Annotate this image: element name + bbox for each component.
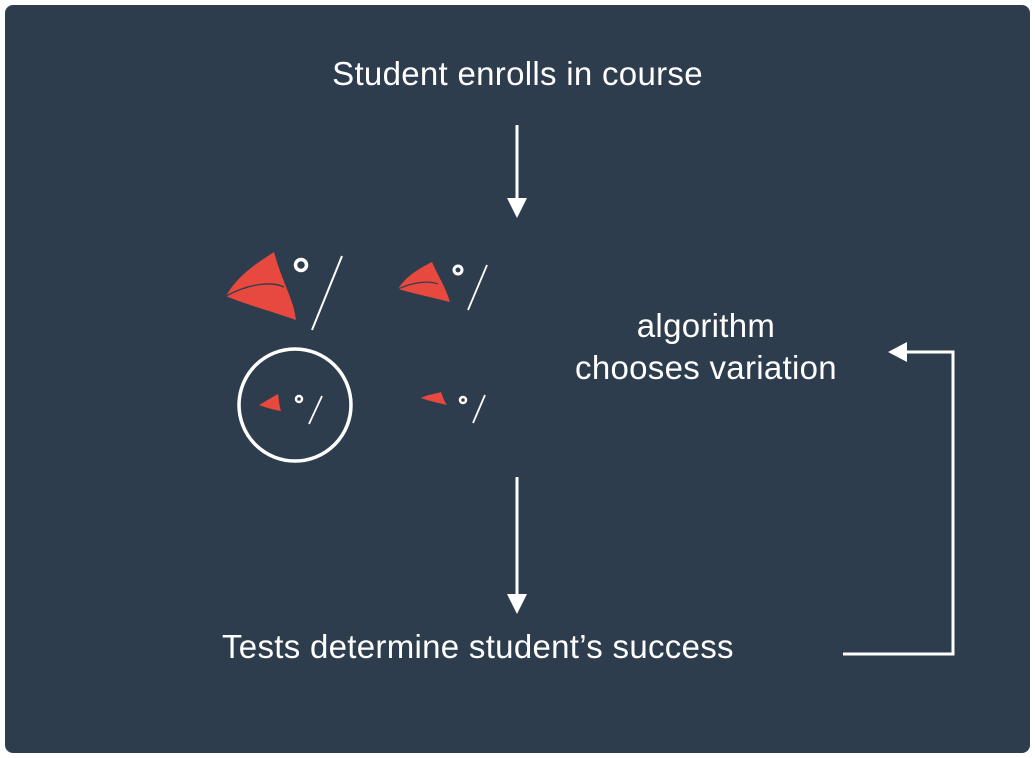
bird-head-icon bbox=[259, 394, 323, 425]
bird-head-icon bbox=[421, 392, 486, 424]
arrow-down-top bbox=[507, 125, 527, 218]
arrow-down-bottom bbox=[507, 477, 527, 614]
step-enroll-label: Student enrolls in course bbox=[332, 55, 703, 92]
bird-head-icon bbox=[397, 262, 488, 311]
selected-variation-circle bbox=[237, 347, 353, 463]
algorithm-label-line1: algorithm bbox=[636, 307, 776, 344]
bird-head-icon bbox=[225, 252, 343, 331]
step-tests-label: Tests determine student’s success bbox=[222, 628, 734, 665]
algorithm-label-line2: chooses variation bbox=[575, 349, 837, 386]
algorithm-label: algorithm chooses variation bbox=[520, 305, 892, 389]
